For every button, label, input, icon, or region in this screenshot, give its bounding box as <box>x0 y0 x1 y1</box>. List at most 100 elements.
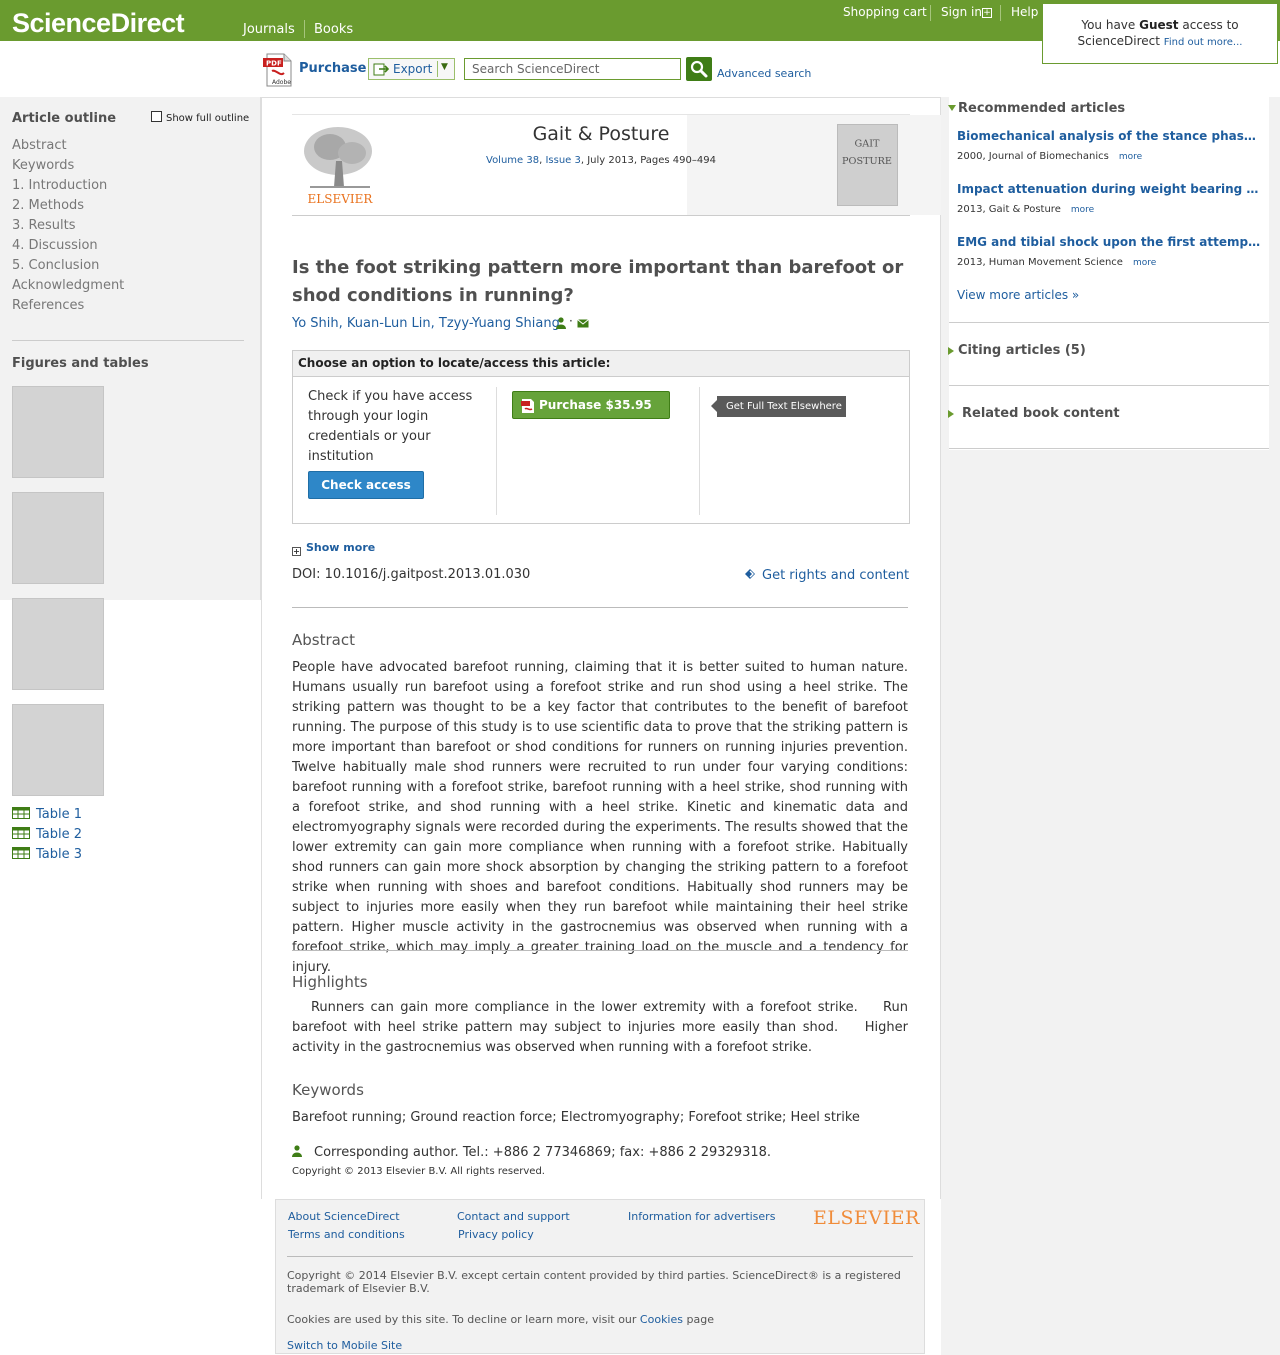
left-divider <box>12 340 244 341</box>
show-full-outline-checkbox[interactable] <box>151 111 162 122</box>
keywords-text: Barefoot running; Ground reaction force;… <box>292 1110 860 1125</box>
recommended-articles-heading[interactable]: Recommended articles <box>958 101 1125 116</box>
issue-link[interactable]: Issue 3 <box>545 155 580 166</box>
recommended-article-link[interactable]: Biomechanical analysis of the stance pha… <box>957 129 1263 143</box>
volume-link[interactable]: Volume 38 <box>486 155 539 166</box>
get-full-text-elsewhere-button[interactable]: Get Full Text Elsewhere <box>711 396 846 417</box>
figure-thumbnail[interactable] <box>12 386 104 478</box>
contact-link[interactable]: Contact and support <box>457 1210 570 1223</box>
terms-link[interactable]: Terms and conditions <box>288 1228 405 1241</box>
outline-item-references[interactable]: References <box>12 298 84 313</box>
recommended-article-source: 2000, Journal of Biomechanics <box>957 151 1109 162</box>
show-full-outline-toggle[interactable]: Show full outline <box>151 111 249 124</box>
elsevier-logo-text: ELSEVIER <box>308 192 374 206</box>
footer-copyright: Copyright © 2014 Elsevier B.V. except ce… <box>287 1269 901 1295</box>
corresponding-author-icon[interactable] <box>556 317 566 329</box>
svg-text:Adobe: Adobe <box>272 79 291 86</box>
table-icon <box>12 847 30 859</box>
recommended-article-source: 2013, Human Movement Science <box>957 257 1123 268</box>
author-link[interactable]: Yo Shih <box>292 316 339 331</box>
table-icon <box>12 827 30 839</box>
outline-item-introduction[interactable]: 1. Introduction <box>12 178 107 193</box>
section-divider <box>292 950 908 951</box>
figure-thumbnail[interactable] <box>12 492 104 584</box>
search-input[interactable] <box>464 58 681 80</box>
plus-icon[interactable]: + <box>982 8 992 18</box>
highlights-heading: Highlights <box>292 973 368 991</box>
outline-item-abstract[interactable]: Abstract <box>12 138 67 153</box>
table-link-label: Table 1 <box>36 807 83 822</box>
access-heading: Choose an option to locate/access this a… <box>293 351 909 377</box>
recommended-article-link[interactable]: EMG and tibial shock upon the first atte… <box>957 235 1263 249</box>
abstract-heading: Abstract <box>292 631 355 649</box>
outline-item-results[interactable]: 3. Results <box>12 218 75 233</box>
help-link[interactable]: Help <box>1011 5 1038 19</box>
figure-thumbnail[interactable] <box>12 598 104 690</box>
footer-divider <box>287 1256 913 1257</box>
show-more-toggle[interactable]: + Show more <box>292 541 375 556</box>
doi-text: DOI: 10.1016/j.gaitpost.2013.01.030 <box>292 567 531 582</box>
toplink-separator <box>930 5 931 21</box>
purchase-link[interactable]: Purchase <box>299 61 366 76</box>
pdf-icon[interactable]: PDF Adobe <box>262 53 294 87</box>
advertisers-link[interactable]: Information for advertisers <box>628 1210 775 1223</box>
outline-item-keywords[interactable]: Keywords <box>12 158 74 173</box>
sign-in-link[interactable]: Sign in <box>941 5 982 19</box>
more-link[interactable]: more <box>1071 205 1094 215</box>
pdf-icon <box>521 399 534 413</box>
more-link[interactable]: more <box>1133 258 1156 268</box>
citing-articles-heading[interactable]: Citing articles (5) <box>958 343 1086 358</box>
collapsed-arrow-icon[interactable] <box>948 410 954 418</box>
svg-text:GAIT: GAIT <box>855 139 881 150</box>
find-out-more-link[interactable]: Find out more... <box>1164 37 1243 48</box>
outline-item-conclusion[interactable]: 5. Conclusion <box>12 258 99 273</box>
table-link[interactable]: Table 2 <box>12 827 82 842</box>
keywords-heading: Keywords <box>292 1081 364 1099</box>
author-link[interactable]: Tzyy-Yuang Shiang <box>439 316 560 331</box>
outline-item-discussion[interactable]: 4. Discussion <box>12 238 98 253</box>
sciencedirect-logo[interactable]: ScienceDirect <box>12 8 185 39</box>
check-access-button[interactable]: Check access <box>308 471 424 499</box>
recommended-article-meta: 2013, Human Movement Science more <box>957 257 1156 268</box>
switch-mobile-link[interactable]: Switch to Mobile Site <box>287 1339 402 1352</box>
expanded-arrow-icon[interactable] <box>948 105 956 111</box>
cookies-link[interactable]: Cookies <box>640 1313 683 1326</box>
get-rights-link[interactable]: Get rights and content <box>744 568 909 583</box>
cookies-prefix: Cookies are used by this site. To declin… <box>287 1313 640 1326</box>
shopping-cart-link[interactable]: Shopping cart <box>843 5 927 19</box>
privacy-link[interactable]: Privacy policy <box>458 1228 534 1241</box>
figure-thumbnail[interactable] <box>12 704 104 796</box>
nav-journals[interactable]: Journals <box>243 22 295 37</box>
table-link-label: Table 2 <box>36 827 83 842</box>
journal-title[interactable]: Gait & Posture <box>292 123 910 145</box>
mail-icon[interactable] <box>577 319 589 328</box>
table-link-label: Table 3 <box>36 847 83 862</box>
right-panel-divider <box>949 385 1269 386</box>
advanced-search-link[interactable]: Advanced search <box>717 67 811 80</box>
outline-item-methods[interactable]: 2. Methods <box>12 198 84 213</box>
outline-item-acknowledgment[interactable]: Acknowledgment <box>12 278 124 293</box>
chevron-down-icon[interactable]: ▼ <box>441 62 448 72</box>
get-rights-label: Get rights and content <box>762 568 910 583</box>
table-link[interactable]: Table 1 <box>12 807 82 822</box>
recommended-article-source: 2013, Gait & Posture <box>957 204 1061 215</box>
purchase-article-button[interactable]: Purchase $35.95 <box>512 391 670 419</box>
view-more-articles-link[interactable]: View more articles » <box>957 288 1079 302</box>
search-icon <box>690 60 708 78</box>
author-link[interactable]: Kuan-Lun Lin <box>347 316 431 331</box>
export-button[interactable]: Export ▼ <box>368 58 455 80</box>
about-link[interactable]: About ScienceDirect <box>288 1210 400 1223</box>
search-button[interactable] <box>686 57 712 81</box>
collapsed-arrow-icon[interactable] <box>948 347 954 355</box>
journal-cover-image[interactable]: GAIT POSTURE <box>837 124 898 206</box>
related-book-content-heading[interactable]: Related book content <box>962 406 1120 421</box>
export-divider <box>437 61 438 77</box>
corresponding-author-text: Corresponding author. Tel.: +886 2 77346… <box>314 1145 772 1160</box>
elsevier-footer-logo[interactable]: ELSEVIER <box>813 1207 920 1229</box>
more-link[interactable]: more <box>1119 152 1142 162</box>
table-link[interactable]: Table 3 <box>12 847 82 862</box>
center-border <box>261 97 941 98</box>
recommended-article-link[interactable]: Impact attenuation during weight bearing… <box>957 182 1263 196</box>
cookies-notice: Cookies are used by this site. To declin… <box>287 1313 714 1326</box>
nav-books[interactable]: Books <box>314 22 353 37</box>
